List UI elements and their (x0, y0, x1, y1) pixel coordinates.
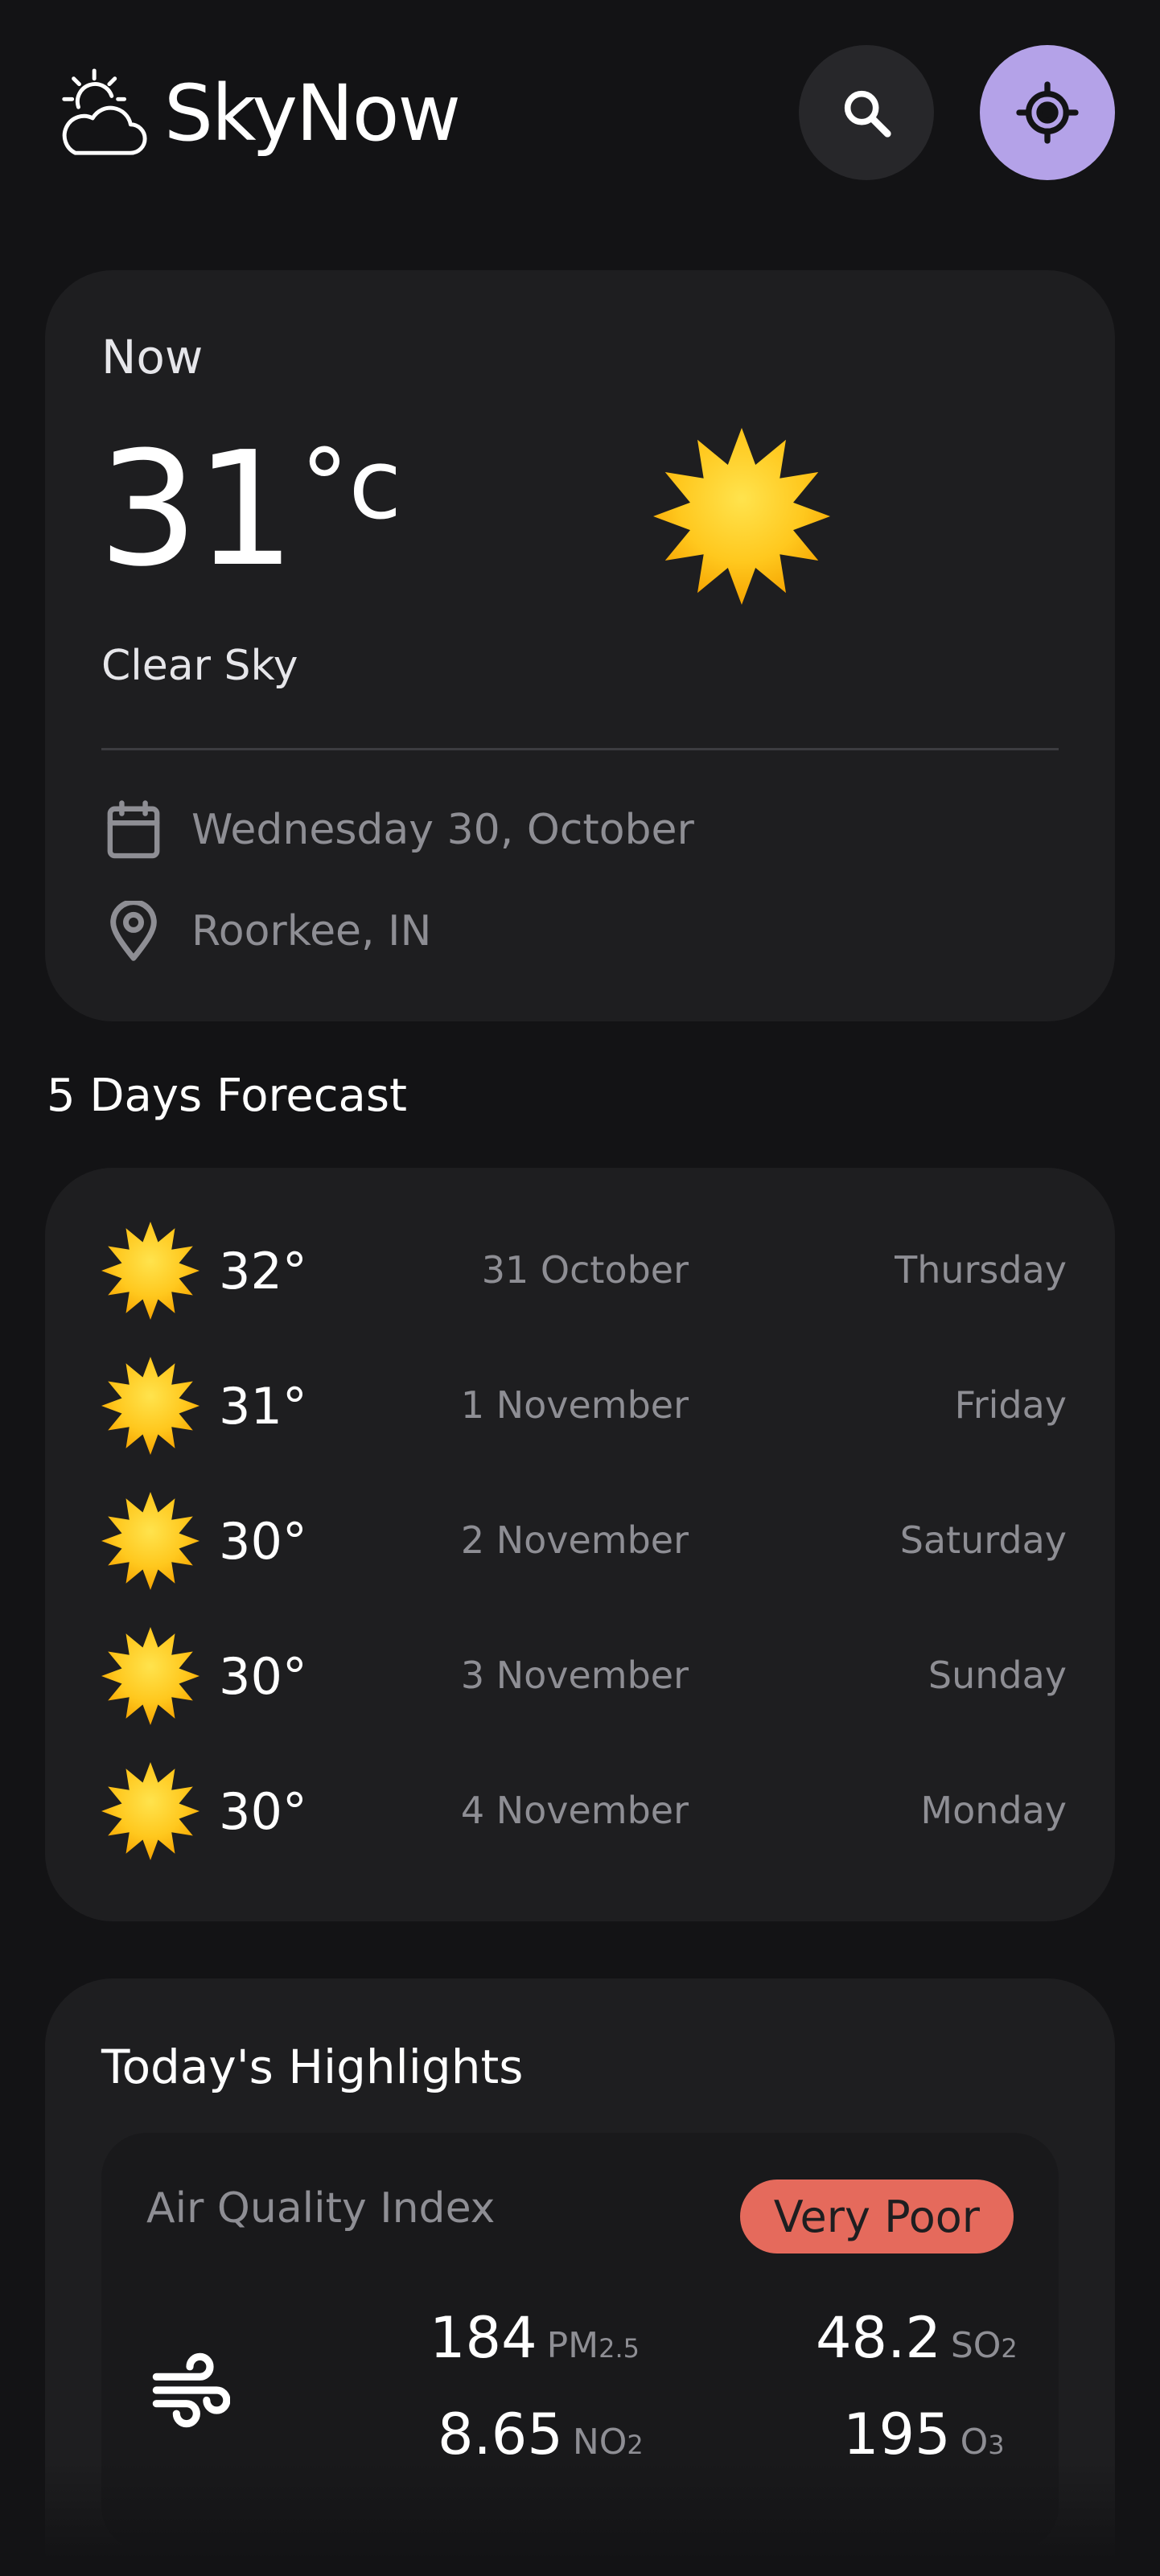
app-header: SkyNow (0, 0, 1160, 225)
current-temperature: 31 °c (98, 431, 401, 589)
sun-icon (101, 1762, 200, 1860)
temperature-unit: °c (300, 429, 402, 541)
forecast-temp: 31° (219, 1377, 307, 1436)
so2-label-sub: 2 (1001, 2333, 1018, 2364)
app-logo[interactable]: SkyNow (55, 64, 461, 162)
forecast-row: 30° 2 November Saturday (101, 1488, 1067, 1592)
o3-reading: 195 O3 (843, 2401, 1005, 2467)
forecast-day: Monday (920, 1789, 1067, 1832)
calendar-icon (101, 798, 166, 862)
location-pin-icon (101, 899, 166, 963)
forecast-temp: 30° (219, 1647, 307, 1706)
pm25-label-sub: 2.5 (599, 2333, 640, 2364)
forecast-card: 32° 31 October Thursday 31° 1 November F… (45, 1168, 1115, 1921)
forecast-row: 32° 31 October Thursday (101, 1218, 1067, 1322)
search-button[interactable] (799, 45, 934, 180)
forecast-date: 1 November (460, 1383, 689, 1427)
pm25-reading: 184 PM2.5 (430, 2305, 640, 2371)
forecast-temp: 30° (219, 1512, 307, 1571)
sun-icon (101, 1492, 200, 1590)
o3-label-text: O (960, 2422, 989, 2463)
o3-label-sub: 3 (988, 2430, 1005, 2460)
no2-label-sub: 2 (627, 2430, 644, 2460)
current-date-row: Wednesday 30, October (101, 798, 694, 862)
pm25-label-text: PM (546, 2325, 599, 2366)
cloud-sun-icon (62, 68, 147, 155)
forecast-title: 5 Days Forecast (47, 1070, 407, 1122)
sun-icon (101, 1357, 200, 1455)
no2-value: 8.65 (438, 2401, 563, 2467)
forecast-row: 30° 3 November Sunday (101, 1623, 1067, 1728)
forecast-date: 31 October (481, 1248, 689, 1292)
app-name: SkyNow (164, 68, 461, 158)
air-quality-card: Air Quality Index Very Poor 184 PM2.5 48… (101, 2133, 1059, 2551)
divider (101, 748, 1059, 750)
forecast-day: Sunday (928, 1654, 1067, 1697)
temperature-value: 31 (98, 418, 295, 602)
aqi-status-badge: Very Poor (739, 2180, 1014, 2253)
forecast-day: Thursday (895, 1248, 1067, 1292)
weather-condition: Clear Sky (101, 642, 298, 690)
forecast-date: 2 November (460, 1518, 689, 1562)
sun-icon (101, 1222, 200, 1320)
highlights-card: Today's Highlights Air Quality Index Ver… (45, 1978, 1115, 2576)
forecast-date: 3 November (460, 1654, 689, 1697)
forecast-temp: 32° (219, 1242, 307, 1300)
so2-label-text: SO (950, 2325, 1002, 2366)
o3-value: 195 (843, 2401, 951, 2467)
app-page: SkyNow Now 31 °c Clear Sky Wednesday 30,… (0, 0, 1160, 2576)
current-weather-card: Now 31 °c Clear Sky Wednesday 30, Octobe… (45, 270, 1115, 1021)
forecast-row: 31° 1 November Friday (101, 1353, 1067, 1457)
forecast-date: 4 November (460, 1789, 689, 1832)
so2-reading: 48.2 SO2 (816, 2305, 1018, 2371)
no2-reading: 8.65 NO2 (438, 2401, 644, 2467)
so2-label: SO2 (951, 2325, 1018, 2366)
wind-icon (152, 2352, 230, 2428)
no2-label: NO2 (573, 2422, 644, 2463)
crosshair-icon (1016, 81, 1079, 144)
aqi-title: Air Quality Index (146, 2184, 496, 2233)
so2-value: 48.2 (816, 2305, 941, 2371)
highlights-title: Today's Highlights (101, 2040, 524, 2094)
current-location-button[interactable] (980, 45, 1115, 180)
pm25-value: 184 (430, 2305, 537, 2371)
no2-label-text: NO (572, 2422, 627, 2463)
forecast-day: Saturday (899, 1518, 1067, 1562)
forecast-day: Friday (954, 1383, 1067, 1427)
now-label: Now (101, 330, 204, 384)
forecast-row: 30° 4 November Monday (101, 1758, 1067, 1863)
sun-icon (101, 1627, 200, 1725)
pm25-label: PM2.5 (547, 2325, 640, 2366)
current-location: Roorkee, IN (191, 907, 432, 955)
sun-icon (653, 428, 830, 605)
forecast-temp: 30° (219, 1782, 307, 1841)
search-icon (844, 90, 891, 138)
current-date: Wednesday 30, October (191, 806, 694, 854)
current-location-row: Roorkee, IN (101, 899, 431, 963)
o3-label: O3 (960, 2422, 1005, 2463)
